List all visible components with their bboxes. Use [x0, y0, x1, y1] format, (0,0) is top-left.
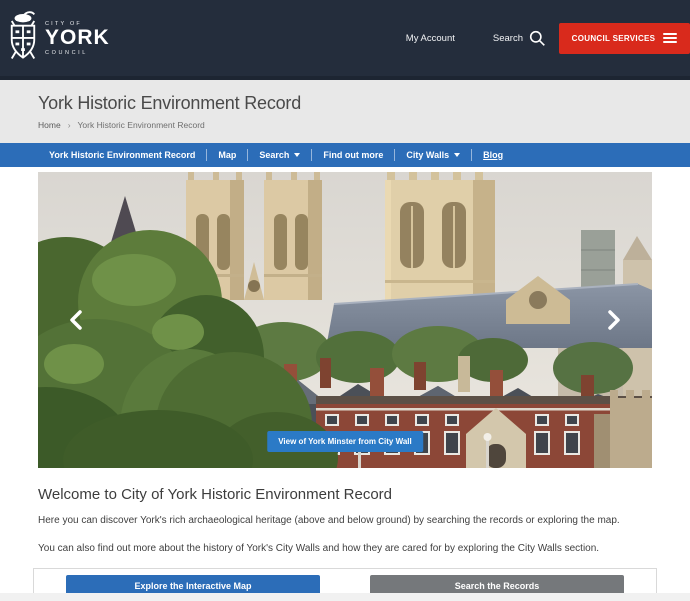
- intro-paragraph-1: Here you can discover York's rich archae…: [38, 515, 620, 526]
- header-actions: My Account Search COUNCIL SERVICES: [406, 22, 690, 54]
- top-header: CITY OF YORK COUNCIL My Account Search C…: [0, 0, 690, 80]
- nav-item-city-walls[interactable]: City Walls: [394, 149, 471, 161]
- page-title: York Historic Environment Record: [38, 93, 302, 113]
- nav-item-blog[interactable]: Blog: [471, 149, 514, 161]
- council-services-button[interactable]: COUNCIL SERVICES: [559, 22, 690, 54]
- hero-carousel: View of York Minster from City Wall: [38, 172, 652, 468]
- carousel-prev-button[interactable]: [66, 306, 86, 334]
- caret-down-icon: [294, 153, 301, 157]
- my-account-link[interactable]: My Account: [406, 33, 455, 44]
- page: CITY OF YORK COUNCIL My Account Search C…: [0, 0, 690, 601]
- council-services-label: COUNCIL SERVICES: [571, 33, 656, 43]
- nav-item-search[interactable]: Search: [247, 149, 311, 161]
- logo-text: CITY OF YORK COUNCIL: [45, 21, 110, 56]
- header-search-link[interactable]: Search: [493, 30, 546, 47]
- welcome-heading: Welcome to City of York Historic Environ…: [38, 486, 393, 503]
- main-nav: York Historic Environment Record Map Sea…: [0, 143, 690, 167]
- intro-paragraph-2: You can also find out more about the his…: [38, 542, 600, 554]
- nav-item-york-her[interactable]: York Historic Environment Record: [38, 149, 206, 161]
- search-icon: [529, 30, 545, 46]
- chevron-right-icon: [608, 310, 620, 330]
- nav-item-find-out-more[interactable]: Find out more: [311, 149, 394, 161]
- caret-down-icon: [454, 153, 461, 157]
- york-crest-icon: [8, 9, 38, 68]
- logo-line-york: YORK: [45, 25, 110, 49]
- nav-item-map[interactable]: Map: [206, 149, 247, 161]
- breadcrumb-separator: ›: [67, 120, 71, 130]
- breadcrumb: Home › York Historic Environment Record: [38, 120, 652, 130]
- hero-central-tower: [385, 172, 495, 302]
- breadcrumb-current: York Historic Environment Record: [77, 120, 205, 130]
- council-logo[interactable]: CITY OF YORK COUNCIL: [8, 9, 110, 68]
- title-band: York Historic Environment Record Home › …: [0, 80, 690, 143]
- hero-image-york-minster: [38, 172, 652, 468]
- breadcrumb-home[interactable]: Home: [38, 120, 61, 130]
- main-content: Welcome to City of York Historic Environ…: [0, 468, 690, 555]
- logo-line-council: COUNCIL: [45, 49, 88, 56]
- hamburger-menu-icon: [663, 31, 678, 45]
- footer-strip: [0, 593, 690, 601]
- header-search-label: Search: [492, 32, 523, 44]
- chevron-left-icon: [70, 310, 82, 330]
- image-caption: View of York Minster from City Wall: [267, 431, 423, 452]
- hero-brick-building: [316, 390, 652, 468]
- carousel-next-button[interactable]: [604, 306, 624, 334]
